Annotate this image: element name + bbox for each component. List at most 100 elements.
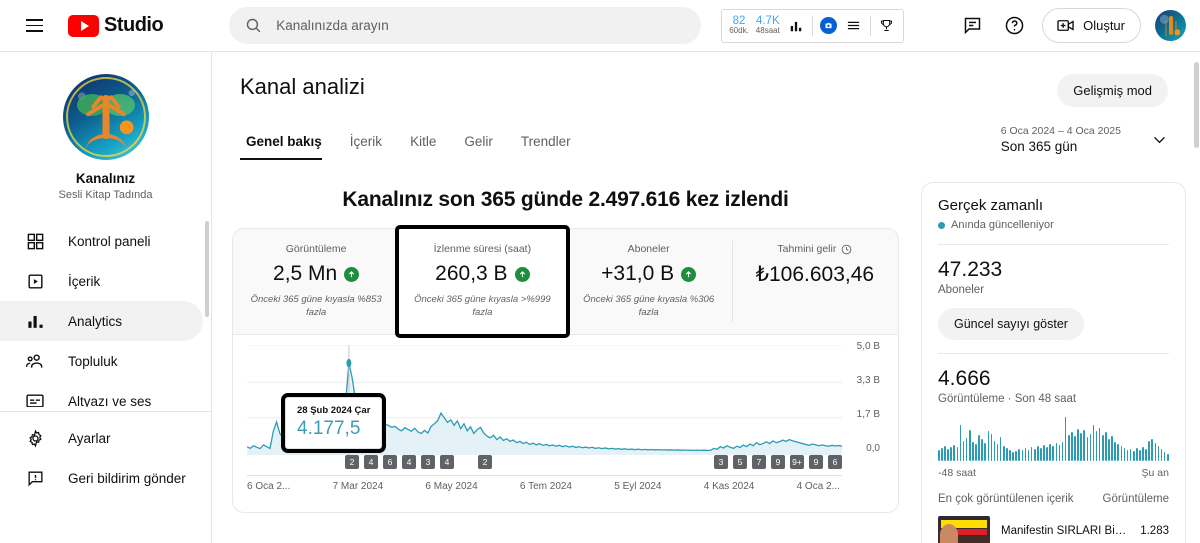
sparkline-bar xyxy=(1151,438,1154,461)
list-item[interactable]: Manifestin SIRLARI Bir ... 1.283 xyxy=(938,516,1169,543)
sparkline-bar xyxy=(1058,444,1061,461)
metric-izlenme-suresi[interactable]: İzlenme süresi (saat) 260,3 B Önceki 365… xyxy=(395,225,570,338)
video-count-badge[interactable]: 3 xyxy=(714,454,728,469)
sidebar-item-analytics[interactable]: Analytics xyxy=(0,301,203,341)
realtime-panel: Gerçek zamanlı Anında güncelleniyor 47.2… xyxy=(921,182,1186,543)
sparkline-axis-labels: -48 saat Şu an xyxy=(938,467,1169,479)
sparkline-bar xyxy=(1114,441,1116,461)
date-range-selector[interactable]: 6 Oca 2024 – 4 Oca 2025 Son 365 gün xyxy=(1001,125,1168,160)
metric-value: ₺106.603,46 xyxy=(755,263,875,286)
video-count-badge[interactable]: 4 xyxy=(402,454,416,469)
video-count-badge[interactable]: 3 xyxy=(421,454,435,469)
sparkline-bar xyxy=(972,441,974,461)
metric-value: +31,0 B xyxy=(601,262,675,285)
sparkline-bar xyxy=(1157,445,1160,461)
tab-kitle[interactable]: Kitle xyxy=(396,134,450,160)
create-button[interactable]: Oluştur xyxy=(1042,8,1141,43)
sparkline-bar xyxy=(1105,432,1107,461)
sidebar-scrollbar[interactable] xyxy=(205,221,209,317)
list-icon[interactable] xyxy=(845,17,863,35)
sparkline-bar xyxy=(1108,438,1110,461)
video-count-badge[interactable]: 4 xyxy=(440,454,454,469)
sidebar-item-geri-bildirim[interactable]: Geri bildirim gönder xyxy=(0,458,203,498)
tab-genel-bakis[interactable]: Genel bakış xyxy=(240,134,336,160)
metric-goruntuleme[interactable]: Görüntüleme 2,5 Mn Önceki 365 güne kıyas… xyxy=(233,229,399,334)
content-row: Kanalınız son 365 günde 2.497.616 kez iz… xyxy=(212,174,1200,543)
sidebar-item-ayarlar[interactable]: Ayarlar xyxy=(0,418,203,458)
overview-card: Kanalınız son 365 günde 2.497.616 kez iz… xyxy=(232,174,899,543)
metric-aboneler[interactable]: Aboneler +31,0 B Önceki 365 güne kıyasla… xyxy=(566,229,732,334)
page-body: Kanalınız Sesli Kitap Tadında Kontrol pa… xyxy=(0,52,1200,543)
camera-icon[interactable] xyxy=(820,17,838,35)
video-count-badge[interactable]: 9 xyxy=(809,454,823,469)
x-tick-label: 4 Oca 2... xyxy=(796,480,840,492)
advanced-mode-button[interactable]: Gelişmiş mod xyxy=(1057,74,1168,107)
video-count-badge[interactable]: 4 xyxy=(364,454,378,469)
sidebar-item-label: Altyazı ve ses xyxy=(68,393,152,408)
sparkline-bar xyxy=(1080,433,1082,461)
sparkline-bar xyxy=(938,449,940,461)
sparkline-bar xyxy=(1071,432,1073,461)
stat-60min[interactable]: 82 60dk. xyxy=(729,15,749,35)
realtime-sparkline-chart[interactable] xyxy=(938,417,1169,461)
main-scrollbar[interactable] xyxy=(1194,62,1199,148)
chart-tooltip: 28 Şub 2024 Çar 4.177,5 xyxy=(280,392,387,453)
sidebar-item-topluluk[interactable]: Topluluk xyxy=(0,341,203,381)
video-count-badge[interactable]: 2 xyxy=(478,454,492,469)
youtube-play-icon xyxy=(68,14,99,37)
sidebar-item-altyazi-ve-ses[interactable]: Altyazı ve ses xyxy=(0,381,203,407)
search-box[interactable] xyxy=(229,7,702,44)
sparkline-bar xyxy=(1126,449,1129,461)
metrics-card: Görüntüleme 2,5 Mn Önceki 365 güne kıyas… xyxy=(232,225,899,338)
sidebar-item-icerik[interactable]: İçerik xyxy=(0,261,203,301)
show-live-count-button[interactable]: Güncel sayıyı göster xyxy=(938,308,1084,340)
sparkline-bar xyxy=(987,431,990,461)
views-chart-card: 28 Şub 2024 Çar 4.177,5 5,0 B 3,3 B 1,7 … xyxy=(232,334,899,513)
tab-trendler[interactable]: Trendler xyxy=(507,134,585,160)
bar-chart-icon[interactable] xyxy=(787,17,805,35)
gear-icon xyxy=(24,427,46,449)
video-count-badge[interactable]: 5 xyxy=(733,454,747,469)
avatar[interactable] xyxy=(1155,10,1186,41)
y-tick-label: 5,0 B xyxy=(856,340,880,352)
studio-logo[interactable]: Studio xyxy=(68,14,164,37)
tab-gelir[interactable]: Gelir xyxy=(450,134,507,160)
sparkline-bar xyxy=(1160,448,1163,461)
sparkline-bar xyxy=(1049,443,1051,461)
top-content-header-left: En çok görüntülenen içerik xyxy=(938,493,1074,505)
sparkline-right-label: Şu an xyxy=(1141,467,1169,479)
channel-avatar-image[interactable] xyxy=(62,74,149,160)
sparkline-bar xyxy=(1024,447,1027,461)
divider xyxy=(811,15,813,36)
video-count-badge[interactable]: 6 xyxy=(383,454,397,469)
video-title: Manifestin SIRLARI Bir ... xyxy=(1001,525,1130,537)
sidebar-item-kontrol-paneli[interactable]: Kontrol paneli xyxy=(0,221,203,261)
sparkline-bar xyxy=(981,438,983,461)
stat-48h[interactable]: 4.7K 48saat xyxy=(756,15,780,35)
x-tick-label: 6 May 2024 xyxy=(425,480,478,492)
youtube-studio-analytics-page: Studio 82 60dk. 4.7K 48saat xyxy=(0,0,1200,543)
feedback-icon[interactable] xyxy=(958,12,986,40)
search-input[interactable] xyxy=(276,18,686,33)
video-count-badge[interactable]: 7 xyxy=(752,454,766,469)
help-icon[interactable] xyxy=(1000,12,1028,40)
tab-icerik[interactable]: İçerik xyxy=(336,134,396,160)
hamburger-icon[interactable] xyxy=(14,6,54,46)
video-count-badge[interactable]: 6 xyxy=(828,454,842,469)
trophy-icon[interactable] xyxy=(878,17,896,35)
chart-y-axis: 5,0 B 3,3 B 1,7 B 0,0 xyxy=(844,341,888,457)
sparkline-bar xyxy=(1136,447,1138,461)
realtime-subscribers-label: Aboneler xyxy=(938,284,985,296)
sparkline-bar xyxy=(1139,449,1141,461)
video-count-badge[interactable]: 9+ xyxy=(790,454,804,469)
sparkline-bar xyxy=(1092,425,1095,461)
realtime-views-label: Görüntüleme · Son 48 saat xyxy=(938,393,1077,405)
sidebar-bottom-nav: Ayarlar Geri bildirim gönder xyxy=(0,411,211,498)
search-icon xyxy=(246,18,261,33)
chart-highlight-point xyxy=(346,358,352,367)
metric-tahmini-gelir[interactable]: Tahmini gelir ₺106.603,46 xyxy=(731,229,898,334)
sparkline-bar xyxy=(941,447,943,461)
sparkline-bar xyxy=(1033,448,1036,461)
video-count-badge[interactable]: 9 xyxy=(771,454,785,469)
video-count-badge[interactable]: 2 xyxy=(345,454,359,469)
